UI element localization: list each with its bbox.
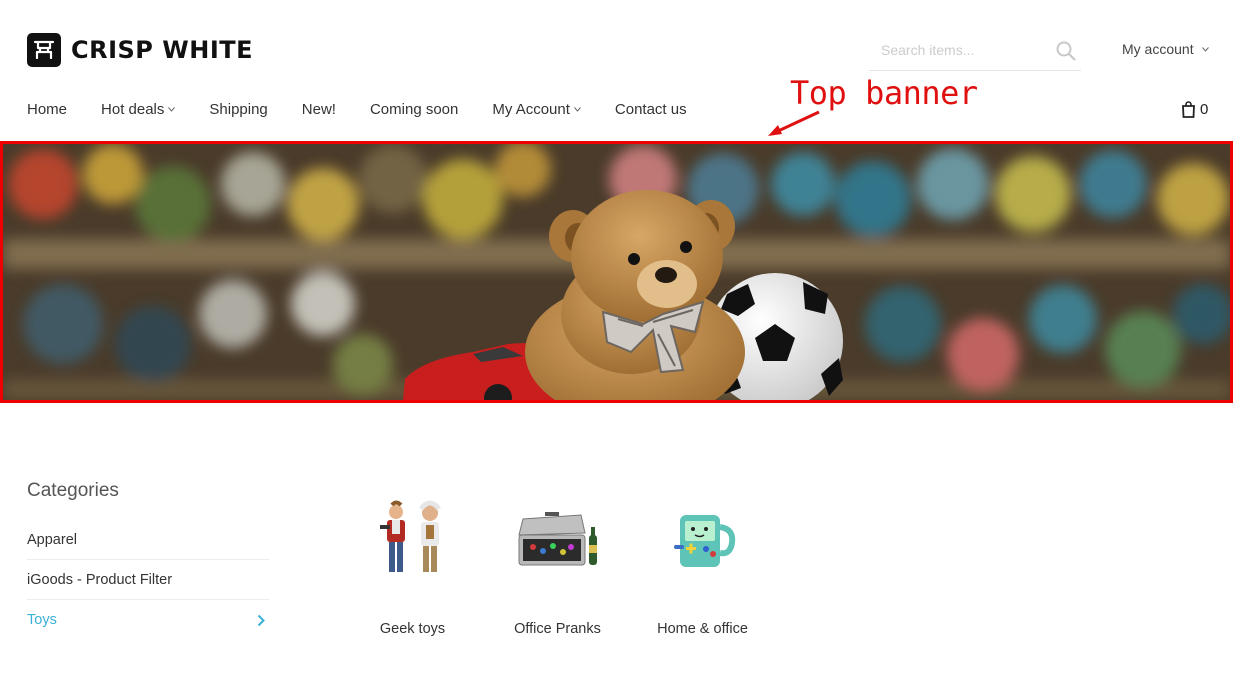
my-account-label: My account xyxy=(1122,41,1194,57)
shopping-bag-icon xyxy=(1182,101,1195,118)
subcategory-tile-geek-toys[interactable]: Geek toys xyxy=(340,495,485,637)
nav-item-label: Coming soon xyxy=(369,101,459,118)
category-item-igoods[interactable]: iGoods - Product Filter xyxy=(27,560,269,600)
subcategory-tile-office-pranks[interactable]: Office Pranks xyxy=(485,495,630,637)
top-banner-annotation: Top banner xyxy=(790,74,978,112)
nav-item-contact-us[interactable]: Contact us xyxy=(615,101,687,118)
nav-item-hot-deals[interactable]: Hot deals xyxy=(101,101,176,118)
store-name: CRISP WHITE xyxy=(71,36,254,64)
nav-item-coming-soon[interactable]: Coming soon xyxy=(370,101,458,118)
nav-item-label: My Account xyxy=(492,101,570,118)
cart-button[interactable]: 0 xyxy=(1181,101,1208,118)
category-item-apparel[interactable]: Apparel xyxy=(27,520,269,560)
nav-item-new[interactable]: New! xyxy=(302,101,336,118)
my-account-dropdown[interactable]: My account xyxy=(1122,41,1209,57)
geek-toys-image xyxy=(363,495,463,585)
main-navigation: Home Hot deals Shipping New! Coming soon… xyxy=(27,101,721,118)
nav-item-label: Home xyxy=(27,101,68,118)
nav-item-label: Contact us xyxy=(614,101,687,118)
subcategory-label: Office Pranks xyxy=(514,621,601,637)
nav-item-shipping[interactable]: Shipping xyxy=(209,101,267,118)
nav-item-home[interactable]: Home xyxy=(27,101,67,118)
subcategory-tile-home-office[interactable]: Home & office xyxy=(630,495,775,637)
category-item-label: Apparel xyxy=(27,531,77,548)
categories-list: Apparel iGoods - Product Filter Toys xyxy=(27,520,269,640)
search-bar xyxy=(869,30,1081,71)
search-input[interactable] xyxy=(869,35,1044,65)
chevron-down-icon xyxy=(574,107,581,112)
home-office-image xyxy=(653,495,753,585)
chevron-down-icon xyxy=(168,107,176,112)
top-banner[interactable] xyxy=(0,141,1233,403)
store-logo[interactable]: CRISP WHITE xyxy=(27,33,253,67)
chevron-down-icon xyxy=(1201,46,1209,52)
nav-item-my-account[interactable]: My Account xyxy=(492,101,581,118)
subcategory-label: Geek toys xyxy=(379,621,446,637)
chevron-right-icon xyxy=(257,614,265,626)
annotation-arrow-icon xyxy=(768,110,820,136)
office-pranks-image xyxy=(508,495,608,585)
store-logo-icon xyxy=(27,33,61,67)
search-icon[interactable] xyxy=(1055,40,1077,62)
top-banner-image xyxy=(3,144,1230,400)
cart-count: 0 xyxy=(1200,101,1209,118)
nav-item-label: Shipping xyxy=(209,101,268,118)
nav-item-label: Hot deals xyxy=(101,101,165,118)
subcategory-label: Home & office xyxy=(657,621,748,637)
categories-heading: Categories xyxy=(27,480,119,501)
nav-item-label: New! xyxy=(301,101,336,118)
category-item-toys[interactable]: Toys xyxy=(27,600,269,640)
category-item-label: Toys xyxy=(27,612,57,628)
category-item-label: iGoods - Product Filter xyxy=(27,571,173,588)
